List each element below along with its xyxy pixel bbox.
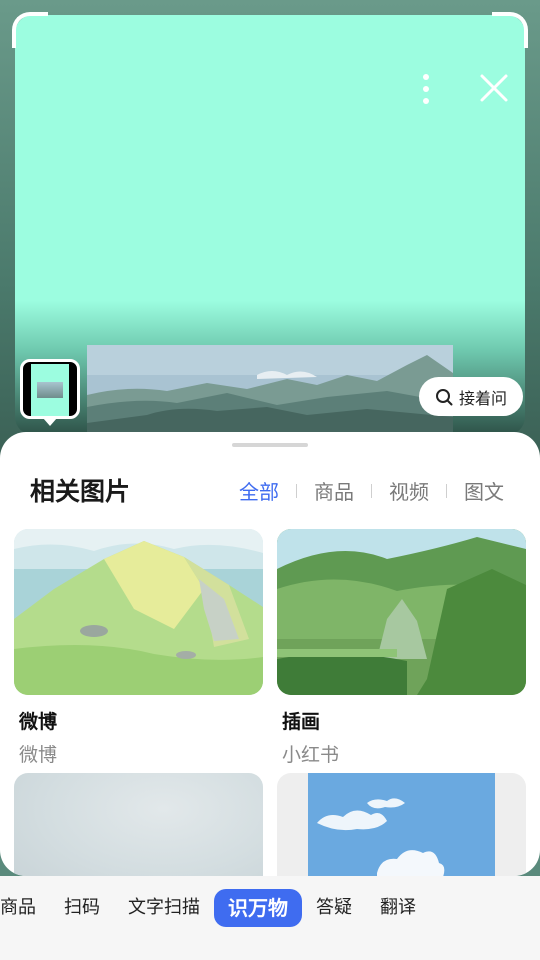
filter-tabs: 全部 商品 视频 图文 [239,476,504,505]
result-card[interactable] [277,773,526,876]
results-sheet: 相关图片 全部 商品 视频 图文 微博 微博 插画 小红书 [0,432,540,876]
captured-thumbnail[interactable] [20,359,80,419]
filter-products[interactable]: 商品 [314,476,354,505]
result-image [14,529,263,695]
result-image [277,773,526,876]
ask-followup-button[interactable]: 接着问 [419,377,523,416]
result-card[interactable]: 插画 小红书 [277,529,526,767]
result-card[interactable] [14,773,263,876]
filter-articles[interactable]: 图文 [464,476,504,505]
result-image [14,773,263,876]
tab-answer[interactable]: 答疑 [302,889,366,927]
result-title: 插画 [282,711,321,733]
close-icon[interactable] [476,70,512,106]
result-title: 微博 [19,711,58,733]
filter-divider [371,483,372,498]
filter-videos[interactable]: 视频 [389,476,429,505]
filter-divider [296,483,297,498]
mode-tabbar: 商品 扫码 文字扫描 识万物 答疑 翻译 [0,876,540,960]
tab-scan-code[interactable]: 扫码 [50,889,114,927]
sheet-title: 相关图片 [30,477,131,506]
result-source: 小红书 [282,744,340,766]
filter-all[interactable]: 全部 [239,476,279,505]
camera-preview: 接着问 [0,0,540,470]
ask-followup-label: 接着问 [458,388,507,408]
search-icon [435,388,453,405]
thumbnail-pointer [43,418,57,426]
scan-corner-top-right [492,12,528,48]
filter-divider [446,483,447,498]
result-image [277,529,526,695]
mode-tabs: 商品 扫码 文字扫描 识万物 答疑 翻译 [0,889,430,927]
scan-corner-top-left [12,12,48,48]
result-card[interactable]: 微博 微博 [14,529,263,767]
tab-products[interactable]: 商品 [0,889,50,927]
scanned-landscape-image [87,345,453,435]
tab-translate[interactable]: 翻译 [366,889,430,927]
tab-identify-anything[interactable]: 识万物 [214,889,302,927]
result-source: 微博 [19,744,58,766]
sheet-drag-handle[interactable] [232,443,308,447]
tab-text-scan[interactable]: 文字扫描 [114,889,214,927]
more-vertical-icon[interactable] [412,70,440,108]
